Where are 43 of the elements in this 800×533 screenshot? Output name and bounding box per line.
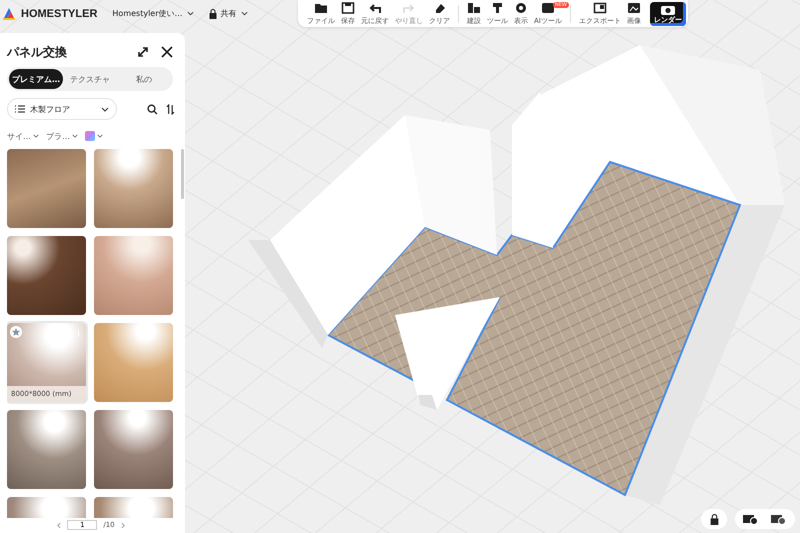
caret-icon: [33, 134, 39, 138]
file-icon: [314, 2, 328, 14]
floor-texture-tile[interactable]: [94, 323, 173, 402]
project-menu[interactable]: Homestyler使い…: [112, 8, 194, 19]
share-menu[interactable]: 共有: [208, 8, 248, 19]
lock-icon: [710, 514, 718, 524]
brand-name: HOMESTYLER: [21, 8, 98, 20]
tool-icon: [490, 2, 504, 14]
lock-button[interactable]: [701, 509, 727, 529]
tab[interactable]: テクスチャ: [63, 69, 117, 89]
save-icon: [341, 2, 355, 14]
caret-icon: [72, 134, 78, 138]
expand-icon[interactable]: [137, 46, 149, 58]
next-page-icon[interactable]: [120, 522, 125, 528]
scrollbar[interactable]: [181, 149, 184, 199]
export-icon: [592, 2, 607, 14]
logo-icon: [2, 6, 16, 20]
floor-texture-tile[interactable]: [7, 410, 86, 489]
tab[interactable]: プレミアム…: [9, 69, 63, 89]
star-icon[interactable]: [10, 326, 22, 338]
undo-icon: [368, 2, 382, 14]
filter-dropdown[interactable]: サイ…: [7, 130, 39, 142]
floor-texture-tile[interactable]: [7, 149, 86, 228]
filter-dropdown[interactable]: ブラ…: [46, 130, 78, 142]
color-filter-dropdown[interactable]: [85, 131, 103, 141]
floor-texture-tile[interactable]: [94, 236, 173, 315]
previous-page-icon[interactable]: [57, 522, 62, 528]
caret-icon: [97, 134, 103, 138]
floor-texture-tile[interactable]: [7, 236, 86, 315]
tab[interactable]: 私の: [117, 69, 171, 89]
close-icon[interactable]: [161, 46, 173, 58]
caret-icon: [186, 11, 194, 16]
floor-texture-tile[interactable]: [94, 410, 173, 489]
floor-texture-tile[interactable]: [94, 149, 173, 228]
panel-title: パネル交換: [7, 44, 68, 60]
category-dropdown[interactable]: 木製フロア: [7, 98, 118, 120]
sort-icon[interactable]: [166, 104, 175, 114]
list-icon: [15, 105, 25, 113]
caret-icon: [240, 11, 248, 16]
search-icon[interactable]: [147, 104, 158, 114]
caret-icon: [101, 106, 110, 112]
redo-icon: [402, 2, 416, 14]
lock-icon: [208, 8, 217, 18]
